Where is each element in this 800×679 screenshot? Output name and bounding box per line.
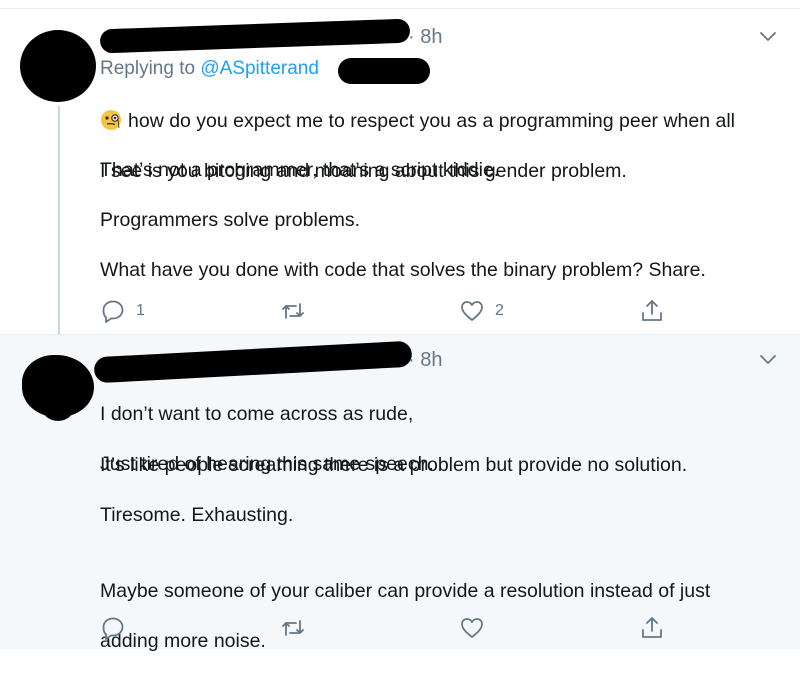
heart-icon	[461, 301, 483, 321]
top-divider	[0, 0, 800, 9]
chevron-down-icon[interactable]	[760, 32, 776, 42]
like-button[interactable]: 2	[459, 298, 504, 324]
like-count: 2	[495, 302, 504, 319]
avatar-redacted[interactable]	[20, 30, 96, 102]
replying-to-label: Replying to	[100, 58, 201, 79]
avatar-redaction-scribble	[40, 385, 76, 421]
tweet-1[interactable]: · 8h Replying to @ASpitterand how do you…	[0, 10, 800, 334]
tweet-actions	[0, 615, 800, 645]
replying-to-line: Replying to @ASpitterand	[100, 58, 319, 80]
tweet-paragraph-3: Tiresome. Exhausting.	[100, 504, 294, 526]
tweet-line-1: I don’t want to come across as rude,	[100, 403, 414, 425]
share-button[interactable]	[639, 298, 665, 324]
share-button[interactable]	[639, 615, 665, 641]
share-icon	[642, 300, 662, 321]
tweet-paragraph-3: Programmers solve problems.	[100, 209, 361, 231]
tweet-paragraph-1: I don’t want to come across as rude, Jus…	[100, 377, 434, 502]
tweet-timestamp[interactable]: · 8h	[408, 349, 442, 372]
reply-icon	[102, 300, 124, 323]
reply-icon	[102, 617, 124, 640]
author-name-redacted[interactable]	[99, 18, 411, 54]
share-icon	[642, 617, 662, 638]
tweet-actions: 1 2	[0, 298, 800, 328]
chevron-down-icon[interactable]	[760, 355, 776, 365]
retweet-button[interactable]	[280, 615, 306, 641]
tweet-timestamp[interactable]: · 8h	[408, 26, 442, 49]
retweet-icon	[282, 620, 304, 636]
face-with-monocle-icon	[101, 110, 121, 130]
replying-to-handle[interactable]: @ASpitterand	[200, 58, 319, 79]
heart-icon	[461, 618, 483, 638]
reply-count: 1	[136, 302, 145, 319]
tweet-paragraph-2: That’s not a programmer, that’s a script…	[100, 159, 500, 181]
retweet-button[interactable]	[280, 298, 306, 324]
tweet-2[interactable]: · 8h I don’t want to come across as rude…	[0, 334, 800, 652]
tweet-line-1: how do you expect me to respect you as a…	[100, 109, 790, 134]
handle-redacted	[338, 58, 430, 84]
tweet-paragraph-4: What have you done with code that solves…	[100, 259, 706, 281]
reply-button[interactable]	[100, 615, 126, 641]
reply-button[interactable]: 1	[100, 298, 145, 324]
retweet-icon	[282, 303, 304, 319]
tweet-text: how do you expect me to respect you as a…	[100, 84, 790, 209]
like-button[interactable]	[459, 615, 485, 641]
tweet-line-1: Maybe someone of your caliber can provid…	[100, 580, 711, 602]
tweet-paragraph-2: It’s like people screaming there is a pr…	[100, 454, 688, 476]
